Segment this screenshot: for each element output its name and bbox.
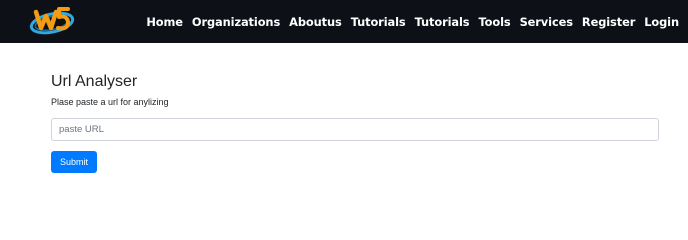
url-input[interactable]: [51, 118, 659, 141]
url-analyser-form: Url Analyser Plase paste a url for anyli…: [51, 72, 659, 173]
nav-login-link[interactable]: Login: [644, 15, 679, 29]
nav-register-link[interactable]: Register: [582, 15, 635, 29]
nav-links: Home Organizations Aboutus Tutorials Tut…: [146, 0, 679, 43]
page-title: Url Analyser: [51, 73, 138, 90]
nav-services-link[interactable]: Services: [520, 15, 573, 29]
nav-tutorials-link-2[interactable]: Tutorials: [415, 15, 470, 29]
nav-organizations-link[interactable]: Organizations: [192, 15, 280, 29]
nav-aboutus-link[interactable]: Aboutus: [289, 15, 342, 29]
submit-button[interactable]: Submit: [51, 151, 97, 173]
w3-logo-icon[interactable]: [28, 3, 76, 39]
navbar: Home Organizations Aboutus Tutorials Tut…: [0, 0, 688, 43]
form-instructions: Plase paste a url for anylizing: [51, 97, 169, 107]
nav-tutorials-link[interactable]: Tutorials: [351, 15, 406, 29]
nav-home-link[interactable]: Home: [146, 15, 183, 29]
nav-tools-link[interactable]: Tools: [478, 15, 510, 29]
